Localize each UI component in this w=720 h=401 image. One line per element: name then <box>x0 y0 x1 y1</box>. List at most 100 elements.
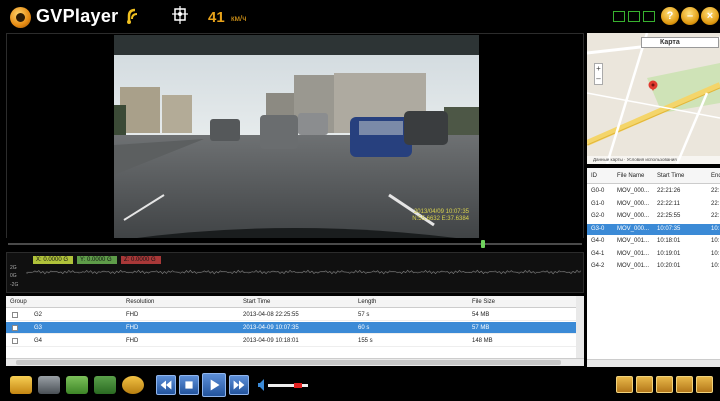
minimize-button[interactable]: – <box>681 7 699 25</box>
table-vertical-scrollbar[interactable] <box>576 296 584 358</box>
export-icon[interactable] <box>94 376 116 394</box>
gps-view-icon[interactable] <box>656 376 673 393</box>
item-end-time: 10: <box>711 263 720 269</box>
open-folder-icon[interactable] <box>10 376 32 394</box>
table-row-selected[interactable]: G3 FHD 2013-04-09 10:07:35 60 s 57 MB <box>6 322 576 334</box>
list-item[interactable]: G0-0 MOV_000... 22:21:26 22: <box>587 186 720 197</box>
seek-bar[interactable] <box>6 238 584 249</box>
list-item[interactable]: G1-0 MOV_000... 22:22:11 22: <box>587 199 720 210</box>
gsensor-y-label: Y: 0.0000 G <box>77 256 117 264</box>
item-end-time: 22: <box>711 188 720 194</box>
stop-button[interactable] <box>179 375 199 395</box>
fullscreen-icon[interactable] <box>696 376 713 393</box>
row-resolution: FHD <box>126 325 139 331</box>
gps-signal-icon[interactable] <box>125 7 141 25</box>
column-length[interactable]: Length <box>358 296 376 308</box>
volume-icon[interactable] <box>258 379 264 391</box>
seek-track[interactable] <box>8 243 582 245</box>
item-id: G0-0 <box>591 188 605 194</box>
settings-icon[interactable] <box>122 376 144 394</box>
row-file-size: 148 MB <box>472 338 493 344</box>
list-item[interactable]: G2-0 MOV_000... 22:25:55 22: <box>587 211 720 222</box>
item-end-time: 22: <box>711 213 720 219</box>
row-checkbox[interactable] <box>12 338 18 344</box>
gsensor-z-label: Z: 0.0000 G <box>121 256 161 264</box>
gsensor-tick-top: 2G <box>10 265 17 271</box>
volume-slider[interactable] <box>268 384 308 387</box>
gsensor-tick-mid: 0G <box>10 273 17 279</box>
row-group: G3 <box>34 325 43 331</box>
column-file-name[interactable]: File Name <box>617 168 644 184</box>
item-start-time: 10:18:01 <box>657 238 681 244</box>
table-row[interactable]: G2 FHD 2013-04-08 22:25:55 57 s 54 MB <box>6 309 576 321</box>
column-id[interactable]: ID <box>591 168 597 184</box>
segment-list: ID File Name Start Time End G0-0 MOV_000.… <box>587 168 720 367</box>
item-id: G1-0 <box>591 200 605 207</box>
table-row[interactable]: G4 FHD 2013-04-09 10:18:01 155 s 148 MB <box>6 335 576 347</box>
item-end-time: 10: <box>711 250 720 257</box>
volume-thumb[interactable] <box>293 383 302 388</box>
map-icon[interactable] <box>66 376 88 394</box>
snapshot-camera-icon[interactable] <box>38 376 60 394</box>
print-icon[interactable] <box>616 376 633 393</box>
compass-icon[interactable] <box>172 6 188 24</box>
column-start-time[interactable]: Start Time <box>243 296 270 308</box>
item-id: G2-0 <box>591 213 605 219</box>
item-id: G3-0 <box>591 225 605 232</box>
list-item[interactable]: G4-0 MOV_001... 10:18:01 10: <box>587 236 720 247</box>
fast-forward-button[interactable] <box>229 375 249 395</box>
app-logo-icon <box>10 7 31 28</box>
map-type-select[interactable]: Карта <box>641 37 719 48</box>
item-end-time: 10: <box>711 238 720 244</box>
layout-single-icon[interactable] <box>643 11 655 22</box>
list-horizontal-scrollbar[interactable] <box>587 359 720 367</box>
item-start-time: 10:19:01 <box>657 250 681 257</box>
list-item[interactable]: G4-2 MOV_001... 10:20:01 10: <box>587 261 720 272</box>
gsensor-x-label: X: 0.0000 G <box>33 256 73 264</box>
layout-split-icon[interactable] <box>628 11 640 22</box>
video-timestamp: 2013/04/09 10:07:35 N:55.6632 E:37.6384 <box>412 209 469 222</box>
rewind-button[interactable] <box>156 375 176 395</box>
item-file-name: MOV_001... <box>617 250 650 257</box>
item-end-time: 10: <box>711 225 720 232</box>
layout-quad-icon[interactable] <box>613 11 625 22</box>
map-view-icon[interactable] <box>636 376 653 393</box>
row-checkbox[interactable] <box>12 325 18 331</box>
column-start-time[interactable]: Start Time <box>657 168 684 184</box>
item-start-time: 22:22:11 <box>657 200 680 207</box>
item-start-time: 10:07:35 <box>657 225 681 232</box>
list-item[interactable]: G4-1 MOV_001... 10:19:01 10: <box>587 249 720 260</box>
video-panel: 2013/04/09 10:07:35 N:55.6632 E:37.6384 <box>6 33 584 245</box>
map-panel[interactable]: Карта + – Данные карты · Условия использо… <box>587 33 720 164</box>
row-length: 155 s <box>358 338 373 344</box>
help-button[interactable]: ? <box>661 7 679 25</box>
chart-view-icon[interactable] <box>676 376 693 393</box>
row-file-size: 54 MB <box>472 312 490 318</box>
column-resolution[interactable]: Resolution <box>126 296 154 308</box>
item-end-time: 22: <box>711 200 720 207</box>
bottom-toolbar <box>0 368 720 401</box>
column-end[interactable]: End <box>711 168 720 184</box>
row-start-time: 2013-04-09 10:18:01 <box>243 338 299 344</box>
item-id: G4-2 <box>591 263 605 269</box>
gsensor-tick-bottom: -2G <box>10 282 19 288</box>
app-title: GVPlayer <box>36 6 119 26</box>
item-file-name: MOV_000... <box>617 213 650 219</box>
list-item-selected[interactable]: G3-0 MOV_000... 10:07:35 10: <box>587 223 720 235</box>
row-length: 60 s <box>358 325 370 331</box>
column-group[interactable]: Group <box>10 296 27 308</box>
map-zoom-control[interactable]: + – <box>594 63 603 85</box>
item-start-time: 22:25:55 <box>657 213 681 219</box>
column-file-size[interactable]: File Size <box>472 296 495 308</box>
seek-thumb[interactable] <box>481 240 486 248</box>
item-start-time: 22:21:26 <box>657 188 681 194</box>
table-horizontal-scrollbar[interactable] <box>6 358 584 366</box>
item-file-name: MOV_001... <box>617 238 650 244</box>
close-button[interactable]: × <box>701 7 719 25</box>
speed-unit: км/ч <box>231 14 247 23</box>
video-frame[interactable]: 2013/04/09 10:07:35 N:55.6632 E:37.6384 <box>114 35 479 241</box>
play-button[interactable] <box>202 373 226 397</box>
row-start-time: 2013-04-09 10:07:35 <box>243 325 299 331</box>
row-checkbox[interactable] <box>12 312 18 318</box>
scrollbar-thumb[interactable] <box>16 360 561 365</box>
